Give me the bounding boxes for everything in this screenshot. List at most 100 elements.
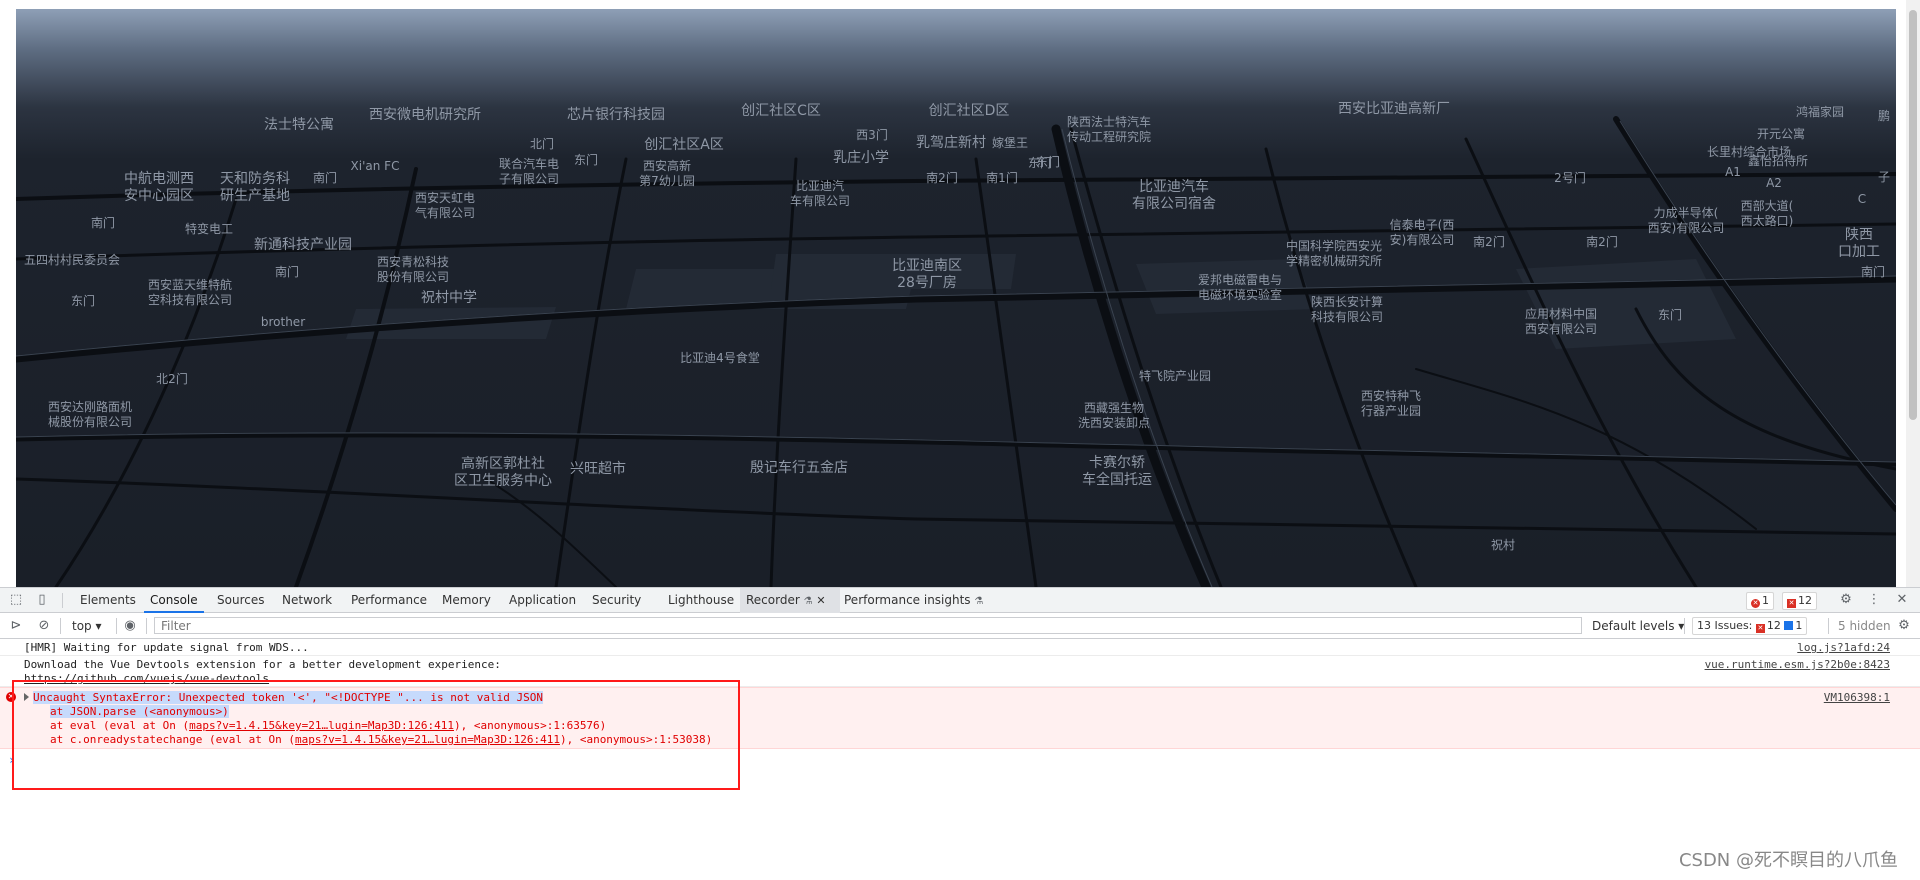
error-icon: ✕ (1751, 599, 1760, 608)
map-poi-label: 爱邦电磁雷电与 电磁环境实验室 (1197, 273, 1283, 302)
error-count: 1 (1762, 594, 1769, 607)
map-poi-label: 南2门 (1586, 235, 1618, 249)
tab-network[interactable]: Network (276, 588, 338, 613)
issues-label: 13 Issues: (1697, 619, 1753, 632)
issues-info-count: 1 (1795, 619, 1803, 632)
console-message-text: Download the Vue Devtools extension for … (24, 658, 501, 671)
tab-application[interactable]: Application (503, 588, 582, 613)
map-poi-label: 新通科技产业园 (254, 237, 352, 253)
map-poi-label: 比亚迪汽车 有限公司宿舍 (1132, 179, 1216, 212)
map-poi-label: 东门 (573, 153, 599, 167)
map-poi-label: 信泰电子(西 安)有限公司 (1389, 218, 1455, 247)
console-toolbar: ⊳ ⊘ top ▾ ◉ Filter Default levels ▾ 13 I… (0, 613, 1920, 639)
map-poi-label: 嫁堡王 (991, 136, 1029, 150)
toolbar-divider (60, 618, 61, 634)
console-message-hmr: [HMR] Waiting for update signal from WDS… (0, 639, 1920, 656)
map-poi-label: 东门 (1657, 308, 1683, 322)
map-poi-label: 殷记车行五金店 (750, 460, 848, 476)
context-selector[interactable]: top ▾ (72, 618, 102, 634)
map-poi-label: 特飞院产业园 (1138, 369, 1212, 383)
map-poi-label: 陕西长安计算 科技有限公司 (1310, 295, 1384, 324)
annotation-highlight-box (12, 680, 740, 790)
console-message-source-link[interactable]: log.js?1afd:24 (1797, 641, 1890, 655)
hidden-messages-count: 5 hidden (1838, 619, 1891, 633)
console-message-text: [HMR] Waiting for update signal from WDS… (24, 641, 309, 654)
map-poi-label: 开元公寓 (1756, 127, 1806, 141)
log-levels-value: Default levels (1592, 619, 1675, 633)
map-poi-label: 法士特公寓 (264, 117, 334, 133)
issues-info-icon (1784, 621, 1794, 630)
map-poi-label: 鑫怡招待所 (1747, 154, 1809, 168)
map-poi-label: 高新区郭杜社 区卫生服务中心 (454, 456, 552, 489)
watermark: CSDN @死不瞑目的八爪鱼 (1678, 850, 1898, 871)
map-poi-label: 西安天虹电 气有限公司 (414, 191, 476, 220)
toolbar-divider (1828, 618, 1829, 634)
map-poi-label: 特变电工 (184, 222, 234, 236)
map-poi-label: 比亚迪南区 28号厂房 (892, 258, 962, 291)
map-poi-label: 乳庄小学 (833, 150, 889, 166)
tab-recorder[interactable]: Recorder ⚗ ✕ (740, 588, 840, 613)
warning-count-badge[interactable]: ✕ 12 (1782, 592, 1817, 610)
road-network (16, 116, 1896, 587)
flask-icon: ⚗ (974, 596, 984, 607)
error-count-badge[interactable]: ✕ 1 (1746, 592, 1774, 610)
map-poi-label: 鹏 (1877, 109, 1891, 123)
sidebar-toggle-icon[interactable]: ⊳ (8, 618, 24, 634)
map-poi-label: 鸿福家园 (1795, 105, 1845, 119)
close-devtools-icon[interactable]: ✕ (1894, 592, 1910, 608)
tab-sources[interactable]: Sources (211, 588, 270, 613)
live-expression-eye-icon[interactable]: ◉ (122, 618, 138, 634)
map-poi-label: 南门 (312, 171, 338, 185)
map-poi-label: 西安微电机研究所 (369, 107, 481, 123)
map-poi-label: 西安比亚迪高新厂 (1338, 101, 1450, 117)
map-poi-label: brother (260, 315, 306, 329)
tab-performance-insights-label: Performance insights (844, 593, 971, 607)
page-scrollbar[interactable] (1906, 0, 1920, 587)
toolbar-divider (116, 618, 117, 634)
map-poi-label: 西安青松科技 股份有限公司 (376, 255, 450, 284)
map-viewport[interactable]: 法士特公寓 西安微电机研究所 芯片银行科技园 创汇社区C区 创汇社区D区 西安比亚迪高新厂… (0, 0, 1920, 587)
clear-console-icon[interactable]: ⊘ (36, 618, 52, 634)
tab-console[interactable]: Console (144, 588, 204, 613)
map-poi-label: 创汇社区C区 (741, 103, 821, 119)
close-tab-icon[interactable]: ✕ (816, 594, 825, 607)
flask-icon: ⚗ (803, 596, 813, 607)
console-filter-input[interactable]: Filter (154, 617, 1582, 634)
map-poi-label: 2号门 (1554, 171, 1586, 185)
map-poi-label: 比亚迪4号食堂 (680, 351, 760, 365)
tab-security[interactable]: Security (586, 588, 647, 613)
settings-gear-icon[interactable]: ⚙ (1838, 592, 1854, 608)
map-poi-label: A1 (1725, 165, 1741, 179)
tab-memory[interactable]: Memory (436, 588, 497, 613)
chevron-down-icon: ▾ (95, 619, 102, 633)
map-poi-label: 西安达刚路面机 械股份有限公司 (47, 400, 133, 429)
tab-lighthouse[interactable]: Lighthouse (662, 588, 740, 613)
map-poi-label: 西部大道( 西太路口) (1740, 199, 1794, 228)
map-poi-label: 北门 (529, 137, 555, 151)
page-scrollbar-thumb[interactable] (1909, 10, 1917, 420)
map-poi-label: 东门 (70, 294, 96, 308)
error-source-link[interactable]: VM106398:1 (1824, 691, 1890, 705)
map-poi-label: A2 (1766, 176, 1782, 190)
map-poi-label: 北2门 (156, 372, 188, 386)
tab-recorder-label: Recorder (746, 593, 800, 607)
console-message-source-link[interactable]: vue.runtime.esm.js?2b0e:8423 (1705, 658, 1890, 672)
console-settings-gear-icon[interactable]: ⚙ (1896, 618, 1912, 634)
map-poi-label: 兴旺超市 (570, 461, 626, 477)
tab-performance[interactable]: Performance (345, 588, 433, 613)
map-poi-label: 联合汽车电 子有限公司 (498, 157, 560, 186)
tab-elements[interactable]: Elements (74, 588, 142, 613)
tabbar-divider (62, 593, 63, 608)
map-poi-label: 中国科学院西安光 学精密机械研究所 (1285, 239, 1383, 268)
more-options-icon[interactable]: ⋮ (1866, 592, 1882, 608)
warning-flag-icon: ✕ (1787, 599, 1796, 608)
tab-performance-insights[interactable]: Performance insights ⚗ (838, 588, 989, 613)
issues-button[interactable]: 13 Issues: ✕ 12 1 (1692, 617, 1808, 635)
map-3d-canvas[interactable]: 法士特公寓 西安微电机研究所 芯片银行科技园 创汇社区C区 创汇社区D区 西安比亚迪高新厂… (16, 9, 1896, 587)
map-poi-label: 南2门 (1473, 235, 1505, 249)
inspect-element-icon[interactable]: ⬚ (8, 592, 24, 608)
map-poi-label: 南1门 (986, 171, 1018, 185)
map-poi-label: 祝村中学 (421, 290, 477, 306)
log-levels-dropdown[interactable]: Default levels ▾ (1592, 618, 1684, 634)
device-toolbar-icon[interactable]: ▯ (34, 592, 50, 608)
